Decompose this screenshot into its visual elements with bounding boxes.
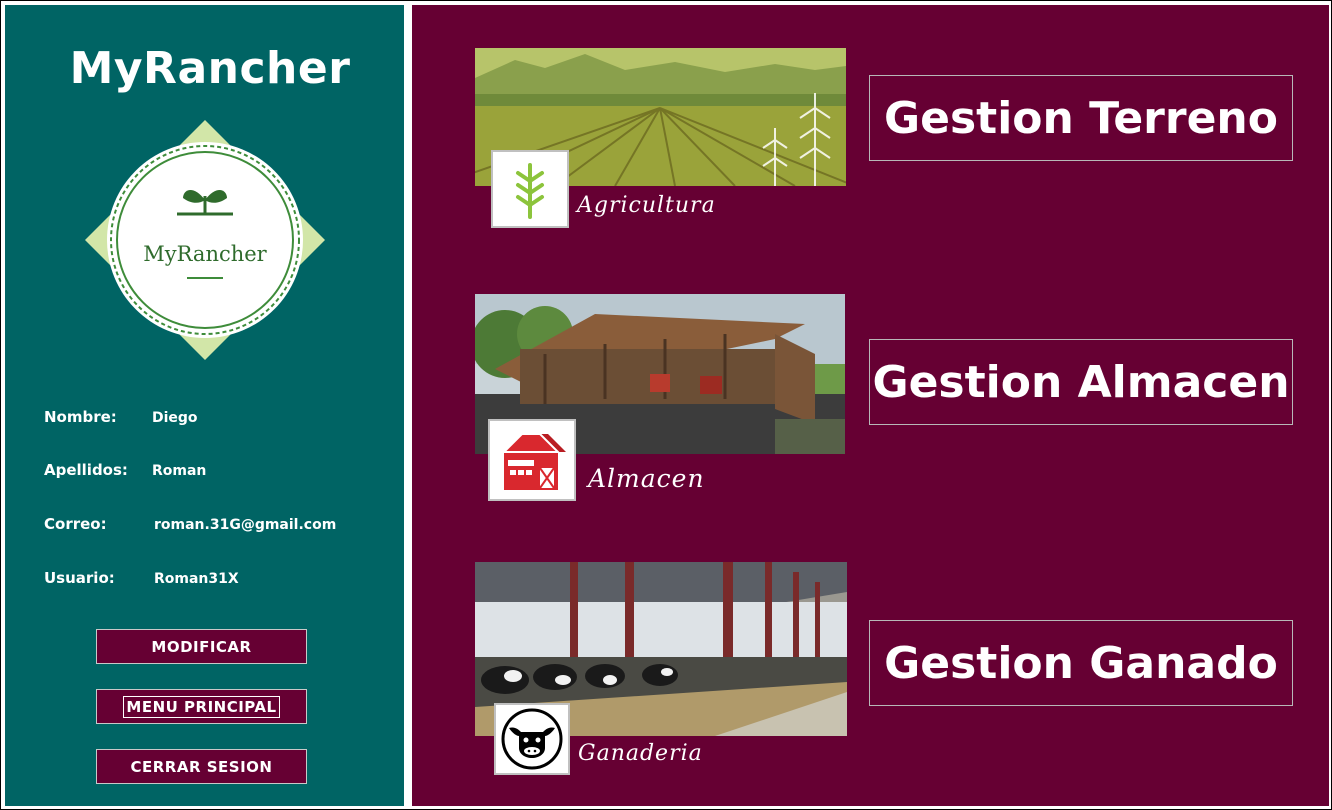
name-label: Nombre:: [44, 408, 117, 426]
logo-text: MyRancher: [143, 242, 267, 266]
logo: MyRancher: [83, 118, 327, 362]
app-window: MyRancher MyRancher Nombre: Diego Apelli…: [0, 0, 1332, 810]
agriculture-caption: Agricultura: [577, 193, 716, 218]
email-value: roman.31G@gmail.com: [154, 517, 337, 533]
main-menu-button[interactable]: MENU PRINCIPAL: [96, 689, 307, 724]
sidebar: MyRancher MyRancher Nombre: Diego Apelli…: [5, 5, 404, 806]
logout-button[interactable]: CERRAR SESION: [96, 749, 307, 784]
username-value: Roman31X: [154, 571, 239, 587]
app-title: MyRancher: [69, 43, 351, 94]
wheat-icon: [491, 150, 569, 228]
barn-icon: [488, 419, 576, 501]
modify-button[interactable]: MODIFICAR: [96, 629, 307, 664]
warehouse-caption: Almacen: [588, 464, 705, 493]
surname-label: Apellidos:: [44, 461, 128, 479]
main-menu-button-label: MENU PRINCIPAL: [123, 695, 280, 718]
name-value: Diego: [152, 410, 198, 426]
cow-head-icon: [494, 703, 570, 775]
main-panel: Agricultura Gestion Terreno Almacen Gest…: [412, 5, 1329, 806]
username-label: Usuario:: [44, 569, 115, 587]
email-label: Correo:: [44, 515, 107, 533]
logout-button-label: CERRAR SESION: [130, 757, 273, 776]
modify-button-label: MODIFICAR: [151, 637, 252, 656]
livestock-caption: Ganaderia: [578, 741, 703, 766]
surname-value: Roman: [152, 463, 207, 479]
manage-warehouse-button[interactable]: Gestion Almacen: [869, 339, 1293, 425]
manage-livestock-button[interactable]: Gestion Ganado: [869, 620, 1293, 706]
manage-land-button[interactable]: Gestion Terreno: [869, 75, 1293, 161]
